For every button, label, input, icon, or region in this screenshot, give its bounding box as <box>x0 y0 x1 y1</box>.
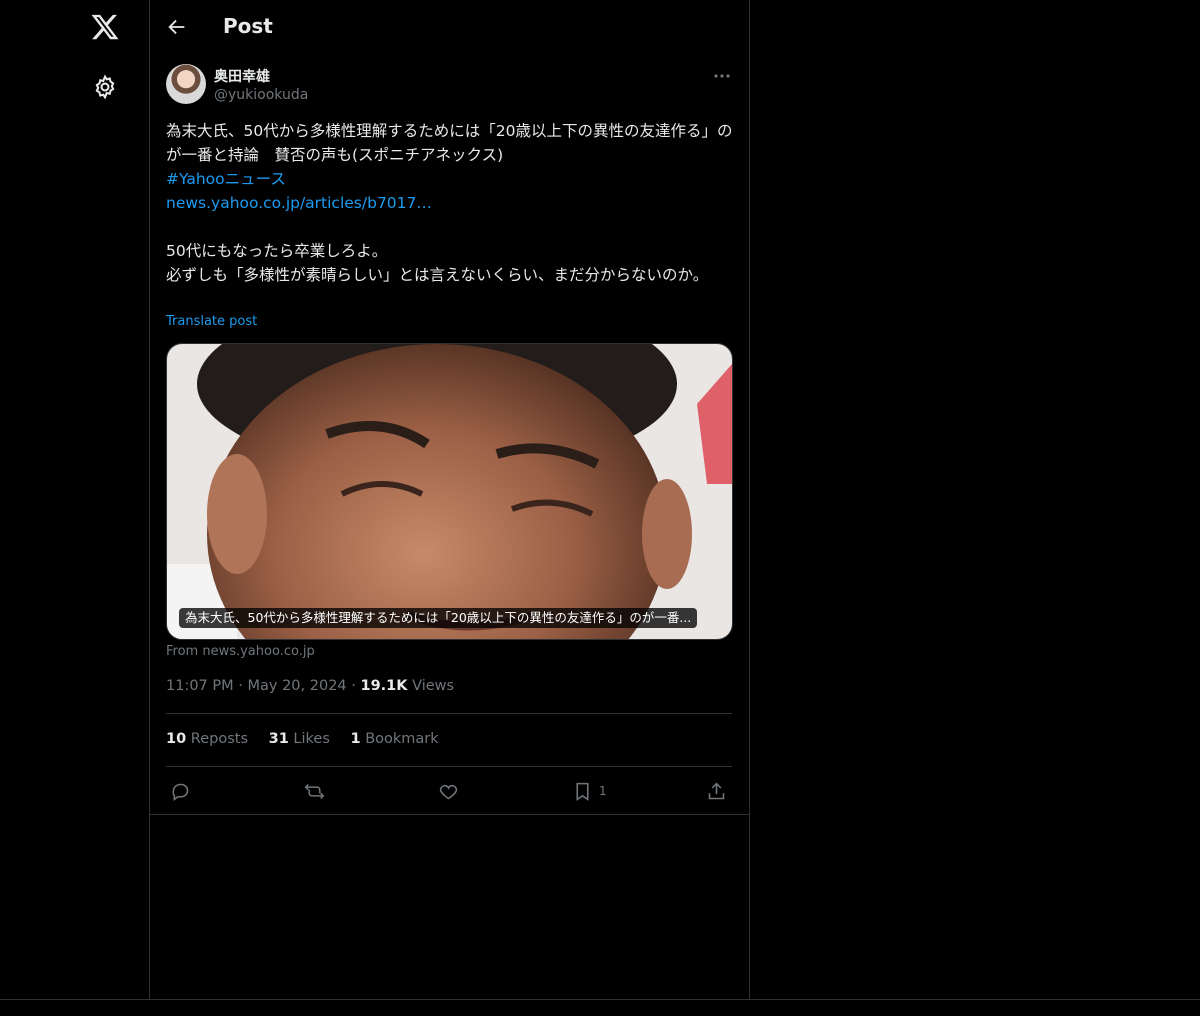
share-icon <box>708 782 725 799</box>
gear-icon[interactable] <box>92 74 118 100</box>
page-title: Post <box>223 14 273 38</box>
x-logo-icon[interactable] <box>90 12 120 42</box>
translate-post-link[interactable]: Translate post <box>166 314 257 329</box>
page-header: Post <box>150 0 749 53</box>
divider <box>166 766 732 767</box>
card-caption: 為末大氏、50代から多様性理解するためには「20歳以上下の異性の友達作る」のが一… <box>179 608 698 628</box>
engagement-stats: 10 Reposts 31 Likes 1 Bookmark <box>166 731 455 747</box>
likes-count: 31 <box>268 731 289 747</box>
hashtag-link[interactable]: #Yahooニュース <box>166 170 286 188</box>
bookmarks-stat[interactable]: 1 Bookmark <box>351 731 439 747</box>
bookmark-icon <box>576 782 589 801</box>
author-handle[interactable]: @yukiookuda <box>214 87 308 103</box>
link-preview-card[interactable]: 為末大氏、50代から多様性理解するためには「20歳以上下の異性の友達作る」のが一… <box>166 343 733 640</box>
bookmark-action-count: 1 <box>599 784 607 798</box>
share-button[interactable] <box>706 780 727 802</box>
avatar[interactable] <box>166 64 206 104</box>
views-label: Views <box>412 678 455 694</box>
views-count: 19.1K <box>360 678 408 694</box>
heart-icon <box>439 784 458 799</box>
post-detail-column: Post 奥田幸雄 @yukiookuda 為末大氏、50代から多様性理解するた… <box>149 0 750 999</box>
likes-stat[interactable]: 31 Likes <box>269 731 330 747</box>
bookmarks-label: Bookmark <box>365 731 439 747</box>
post-body: 為末大氏、50代から多様性理解するためには「20歳以上下の異性の友達作る」のが一… <box>166 119 736 287</box>
bookmarks-count: 1 <box>350 731 361 747</box>
card-source[interactable]: From news.yahoo.co.jp <box>166 644 315 659</box>
likes-label: Likes <box>293 731 330 747</box>
post-comment-line: 50代にもなったら卒業しろよ。 <box>166 242 388 260</box>
reposts-label: Reposts <box>190 731 249 747</box>
article-link[interactable]: news.yahoo.co.jp/articles/b7017… <box>166 194 432 212</box>
action-bar: 1 <box>166 780 732 804</box>
bookmark-button[interactable]: 1 <box>572 780 607 802</box>
post-comment-line: 必ずしも「多様性が素晴らしい」とは言えないくらい、まだ分からないのか。 <box>166 266 709 284</box>
reply-icon <box>172 783 189 801</box>
divider <box>0 999 1200 1000</box>
post-date[interactable]: May 20, 2024 <box>247 678 346 694</box>
repost-button[interactable] <box>304 780 325 802</box>
reply-button[interactable] <box>170 780 191 802</box>
post-text-headline: 為末大氏、50代から多様性理解するためには「20歳以上下の異性の友達作る」のが一… <box>166 122 733 164</box>
arrow-left-icon[interactable] <box>166 16 188 38</box>
post-time[interactable]: 11:07 PM <box>166 678 234 694</box>
like-button[interactable] <box>438 780 459 802</box>
preview-image <box>167 344 732 639</box>
reposts-count: 10 <box>166 731 187 747</box>
repost-icon <box>304 783 325 799</box>
post-metadata: 11:07 PM · May 20, 2024 · 19.1K Views <box>166 678 454 694</box>
divider <box>150 814 749 815</box>
divider <box>166 713 732 714</box>
author-name[interactable]: 奥田幸雄 <box>214 66 270 86</box>
left-navigation <box>0 0 149 1016</box>
more-options-icon[interactable] <box>712 66 732 86</box>
reposts-stat[interactable]: 10 Reposts <box>166 731 248 747</box>
